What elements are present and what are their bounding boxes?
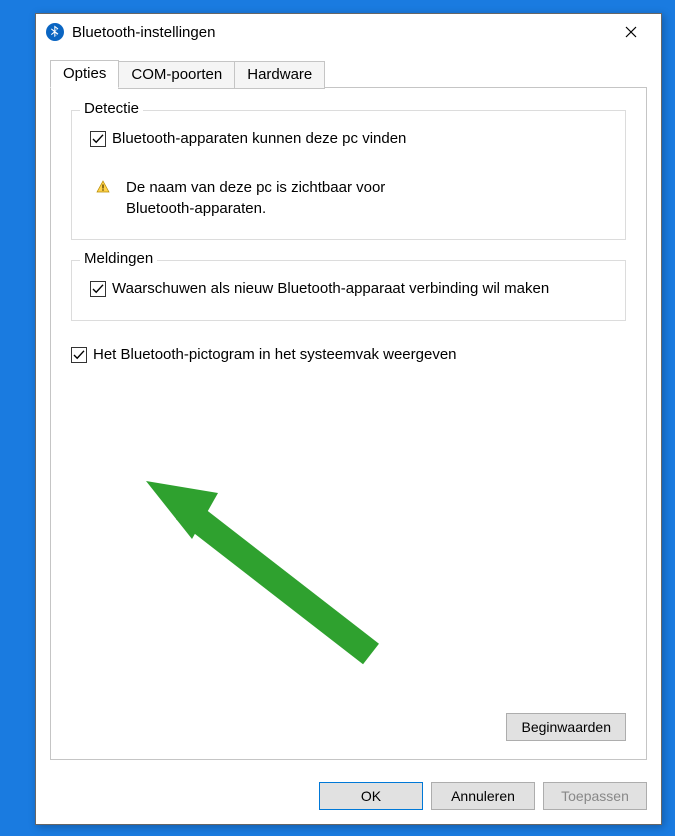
group-detection: Detectie Bluetooth-apparaten kunnen deze… <box>71 110 626 240</box>
ok-button[interactable]: OK <box>319 782 423 810</box>
cancel-button[interactable]: Annuleren <box>431 782 535 810</box>
group-notifications-title: Meldingen <box>80 250 157 267</box>
checkbox-discoverable[interactable]: Bluetooth-apparaten kunnen deze pc vinde… <box>90 129 607 149</box>
tab-panel-options: Detectie Bluetooth-apparaten kunnen deze… <box>50 87 647 760</box>
warning-icon <box>96 180 110 194</box>
checkbox-icon <box>90 281 106 297</box>
client-area: Opties COM-poorten Hardware Detectie Blu… <box>36 50 661 772</box>
checkbox-icon <box>90 131 106 147</box>
dialog-button-row: OK Annuleren Toepassen <box>36 772 661 824</box>
tab-hardware[interactable]: Hardware <box>234 61 325 89</box>
tab-options[interactable]: Opties <box>50 60 119 88</box>
checkbox-notify-label: Waarschuwen als nieuw Bluetooth-apparaat… <box>112 279 549 299</box>
tabstrip: Opties COM-poorten Hardware <box>50 60 647 88</box>
spacer <box>71 365 626 713</box>
group-notifications: Meldingen Waarschuwen als nieuw Bluetoot… <box>71 260 626 320</box>
bluetooth-icon <box>46 23 64 41</box>
checkbox-show-tray-icon[interactable]: Het Bluetooth-pictogram in het systeemva… <box>71 345 626 365</box>
apply-button[interactable]: Toepassen <box>543 782 647 810</box>
bluetooth-settings-dialog: Bluetooth-instellingen Opties COM-poorte… <box>35 13 662 825</box>
window-title: Bluetooth-instellingen <box>72 24 609 41</box>
titlebar: Bluetooth-instellingen <box>36 14 661 50</box>
checkbox-discoverable-label: Bluetooth-apparaten kunnen deze pc vinde… <box>112 129 406 149</box>
checkbox-notify-new-device[interactable]: Waarschuwen als nieuw Bluetooth-apparaat… <box>90 279 607 299</box>
tab-com-ports[interactable]: COM-poorten <box>118 61 235 89</box>
checkbox-show-tray-icon-label: Het Bluetooth-pictogram in het systeemva… <box>93 345 457 365</box>
checkbox-icon <box>71 347 87 363</box>
detection-info-text: De naam van deze pc is zichtbaar voor Bl… <box>126 177 446 219</box>
close-button[interactable] <box>609 17 653 47</box>
detection-info-row: De naam van deze pc is zichtbaar voor Bl… <box>96 177 607 219</box>
group-detection-title: Detectie <box>80 100 143 117</box>
defaults-button[interactable]: Beginwaarden <box>506 713 626 741</box>
defaults-row: Beginwaarden <box>71 713 626 741</box>
